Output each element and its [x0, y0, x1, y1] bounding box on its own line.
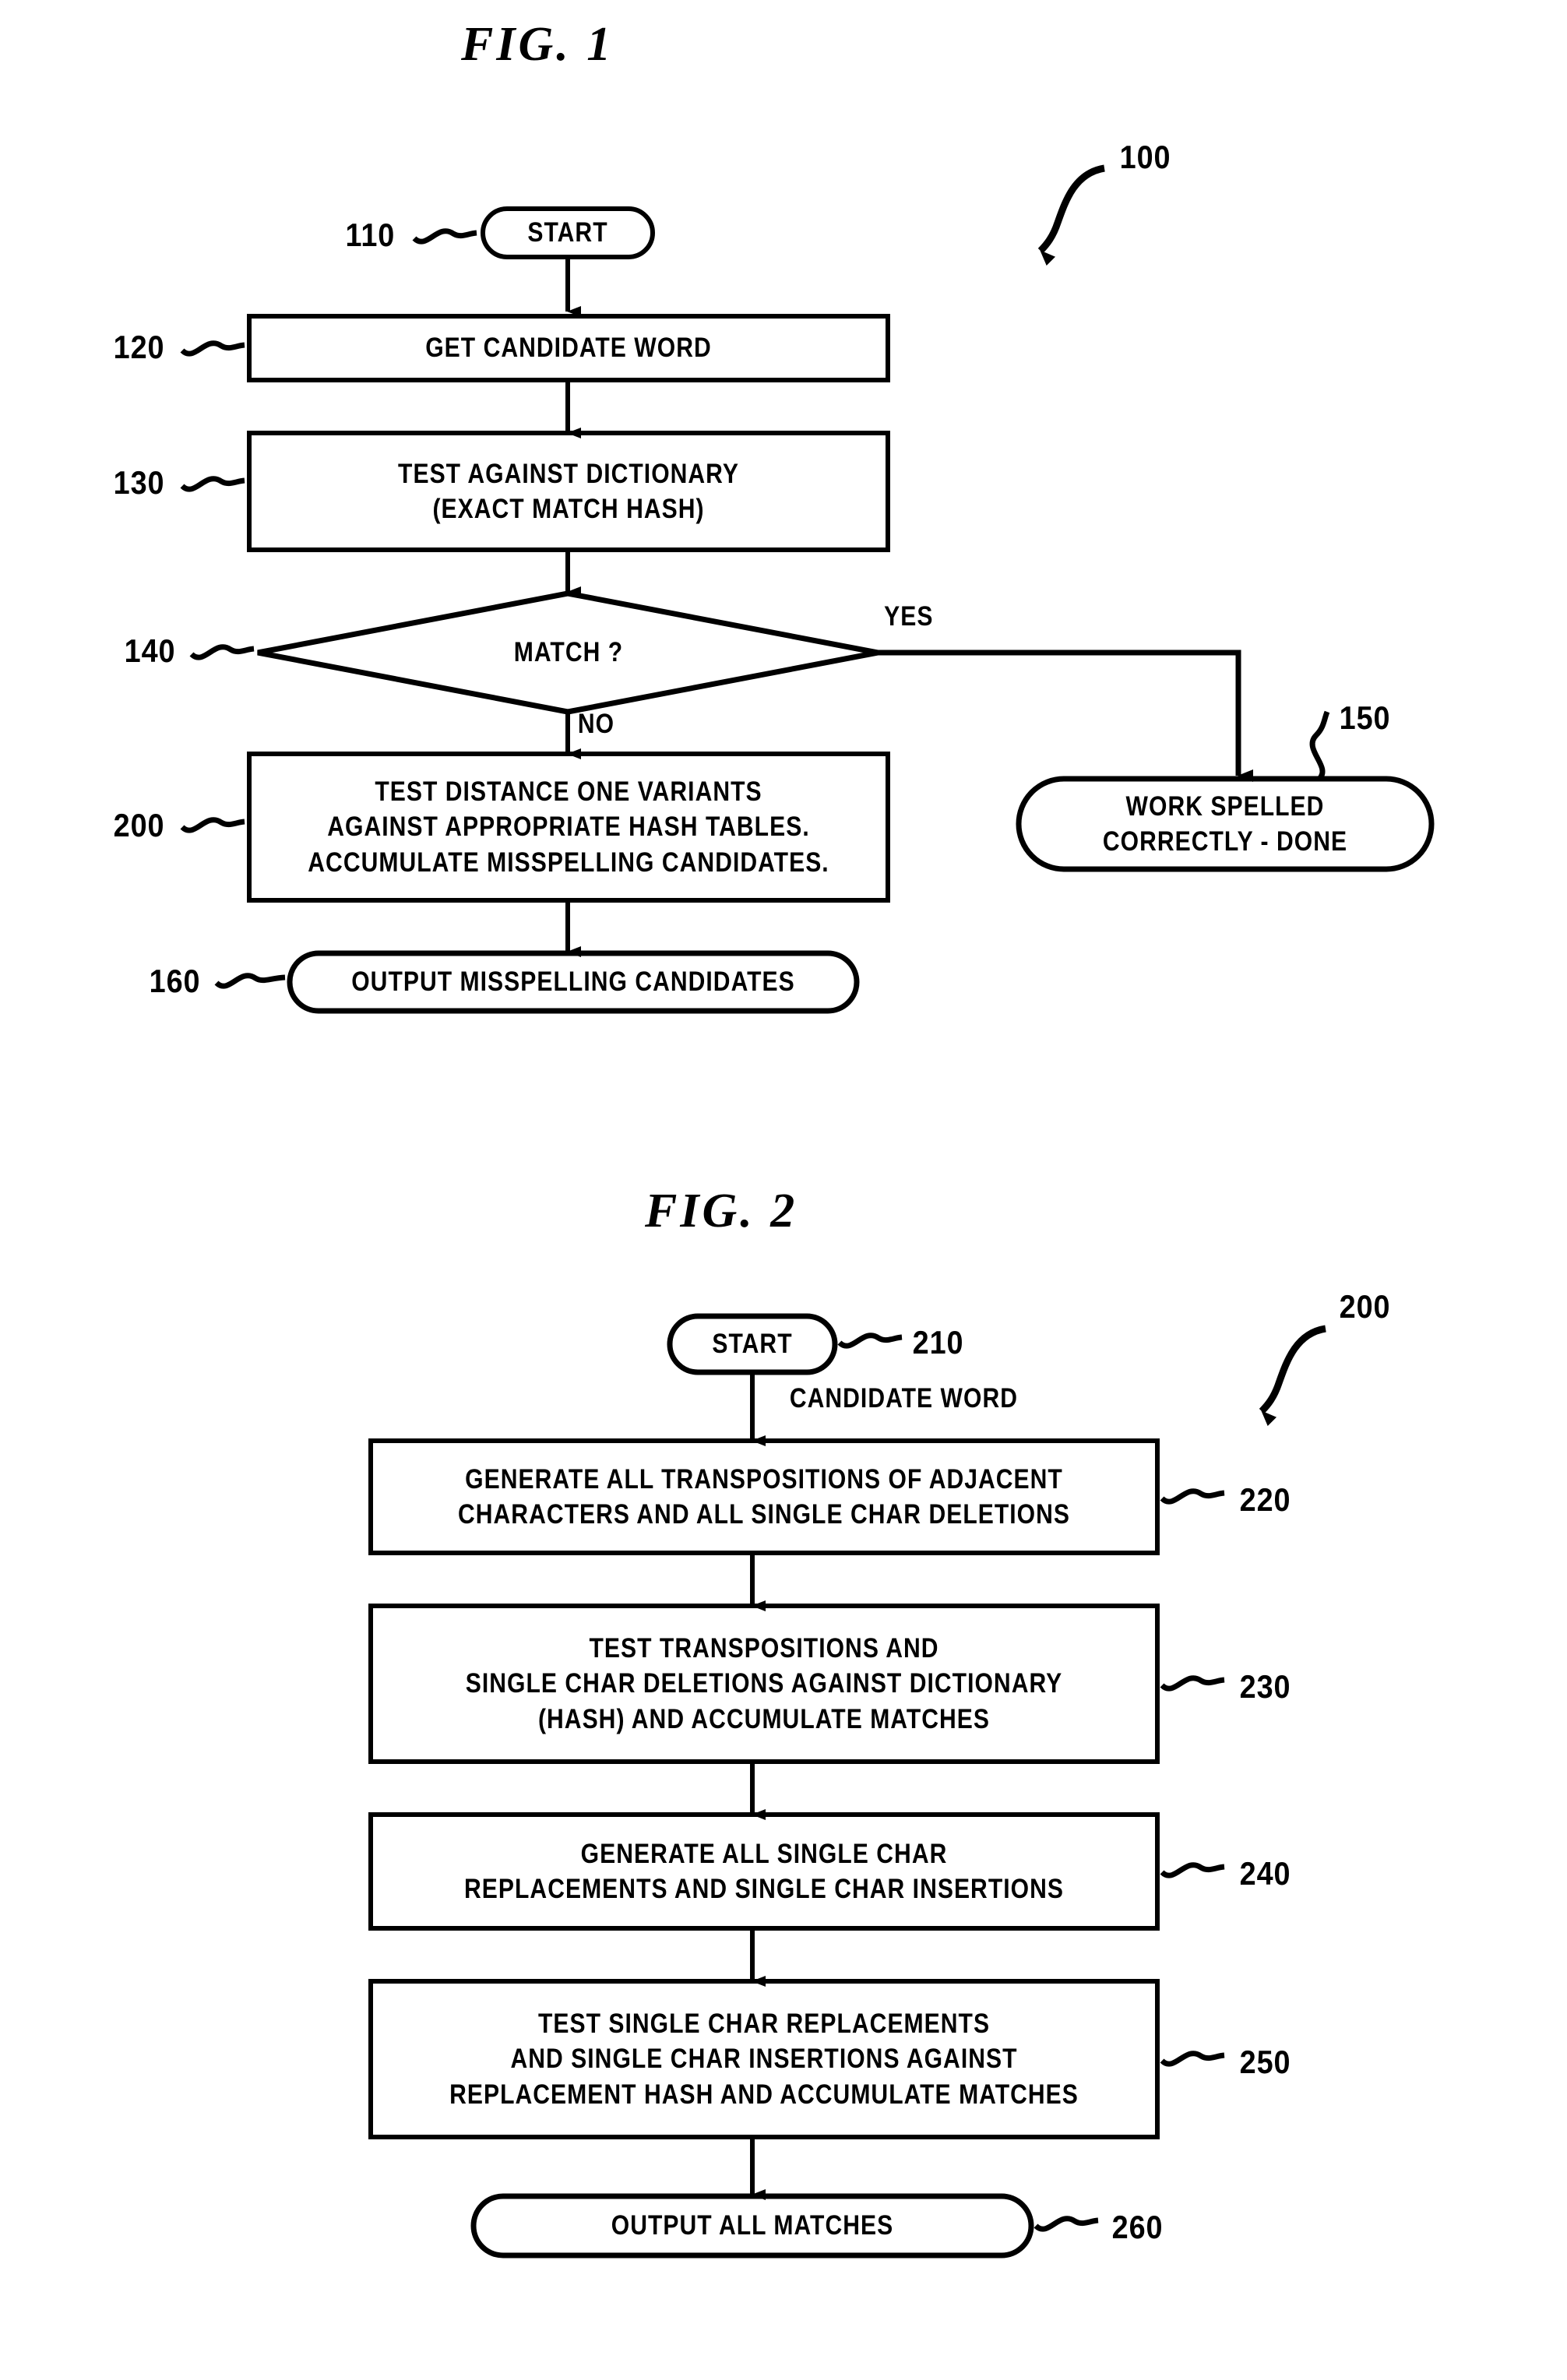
fig1-ref-130: 130	[113, 464, 165, 501]
fig2-title: FIG. 2	[645, 1185, 798, 1238]
fig2-ref-210: 210	[912, 1324, 964, 1361]
fig1-node-140-shape	[257, 590, 879, 715]
fig2-node-230-shape	[368, 1604, 1160, 1764]
fig2-leader-210	[837, 1333, 903, 1349]
fig2-leader-240	[1160, 1862, 1225, 1878]
fig1-arrow-yes	[878, 650, 1253, 782]
fig2-node-240-shape	[368, 1812, 1160, 1931]
fig1-leader-160	[214, 973, 286, 989]
fig2-ref-220: 220	[1239, 1481, 1291, 1518]
fig2-ref-260: 260	[1111, 2209, 1164, 2245]
fig1-ref-160: 160	[149, 963, 201, 999]
fig2-system-ref-200: 200	[1339, 1288, 1391, 1325]
fig2-system-leader-200	[1259, 1325, 1326, 1427]
fig1-node-130-shape	[247, 431, 890, 552]
fig1-ref-120: 120	[113, 329, 165, 365]
fig2-leader-220	[1160, 1488, 1225, 1505]
fig1-title: FIG. 1	[461, 18, 614, 71]
fig1-leader-120	[180, 340, 245, 357]
fig1-leader-110	[412, 228, 477, 245]
fig1-node-120-shape	[247, 314, 890, 382]
fig2-node-210-shape	[667, 1313, 838, 1375]
fig1-ref-150: 150	[1339, 699, 1391, 736]
fig1-edge-label-yes: YES	[884, 601, 934, 632]
fig2-node-220-shape	[368, 1438, 1160, 1555]
fig2-ref-250: 250	[1239, 2044, 1291, 2080]
fig1-node-160-shape	[287, 950, 860, 1014]
fig2-leader-230	[1160, 1675, 1225, 1692]
drawing-sheet: FIG. 1 100 110 START 120 GET CANDIDATE W…	[0, 0, 1567, 2380]
fig2-node-260-shape	[470, 2193, 1034, 2259]
fig1-leader-140	[189, 644, 255, 660]
fig1-system-leader-100	[1037, 164, 1105, 266]
fig1-system-ref-100: 100	[1119, 139, 1171, 175]
fig2-ref-230: 230	[1239, 1668, 1291, 1705]
fig1-leader-200	[180, 817, 245, 833]
fig2-node-250-shape	[368, 1979, 1160, 2139]
fig1-node-110-shape	[481, 206, 655, 259]
fig1-ref-140: 140	[124, 632, 176, 669]
fig2-leader-250	[1160, 2051, 1225, 2067]
fig1-ref-200: 200	[113, 807, 165, 843]
fig1-ref-110: 110	[345, 217, 396, 253]
fig1-node-200-shape	[247, 752, 890, 903]
fig2-edge-label-candidate-word: CANDIDATE WORD	[789, 1383, 1018, 1414]
fig1-leader-150	[1309, 710, 1330, 781]
fig1-leader-130	[180, 476, 245, 492]
fig2-ref-240: 240	[1239, 1855, 1291, 1892]
fig2-leader-260	[1034, 2216, 1099, 2232]
fig1-node-150-shape	[1016, 776, 1435, 872]
fig1-edge-label-no: NO	[577, 709, 615, 739]
